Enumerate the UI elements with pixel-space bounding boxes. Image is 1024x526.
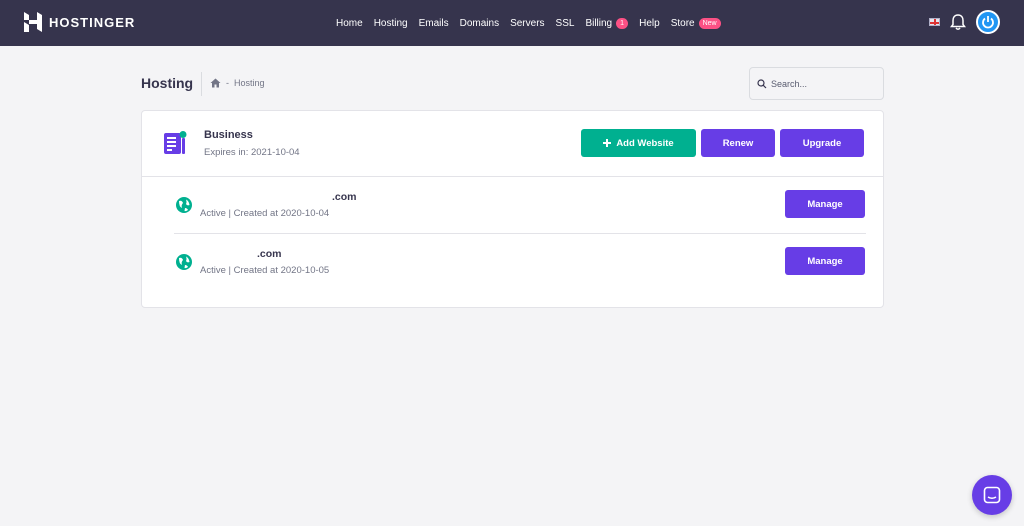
plus-icon (603, 139, 612, 147)
nav-servers-label: Servers (510, 17, 545, 29)
main-nav: Home Hosting Emails Domains Servers SSL … (336, 0, 721, 46)
brand-name: HOSTINGER (49, 14, 136, 30)
nav-billing-label: Billing (585, 17, 613, 29)
nav-domains[interactable]: Domains (460, 18, 499, 29)
home-icon[interactable] (210, 78, 221, 88)
add-website-button[interactable]: Add Website (581, 129, 696, 157)
breadcrumb-separator: - (226, 78, 229, 88)
power-icon (982, 16, 994, 29)
nav-ssl-label: SSL (555, 17, 575, 29)
topbar-actions (929, 10, 1000, 34)
nav-emails-label: Emails (418, 17, 449, 29)
nav-servers[interactable]: Servers (510, 18, 544, 29)
top-navbar: HOSTINGER Home Hosting Emails Domains Se… (0, 0, 1024, 46)
breadcrumb-current: Hosting (234, 78, 265, 88)
plan-header: Business Expires in: 2021-10-04 Add Webs… (142, 111, 883, 177)
nav-help[interactable]: Help (639, 18, 660, 29)
add-website-label: Add Website (616, 137, 674, 149)
website-row: .com Active | Created at 2020-10-04 Mana… (174, 178, 866, 234)
search-icon (757, 78, 767, 88)
language-flag-icon[interactable] (929, 18, 940, 26)
chat-icon (983, 486, 1001, 504)
website-row: .com Active | Created at 2020-10-05 Mana… (174, 235, 866, 291)
globe-icon (176, 254, 192, 270)
site-status: Active | Created at 2020-10-04 (200, 208, 330, 219)
nav-ssl[interactable]: SSL (556, 18, 575, 29)
nav-billing[interactable]: Billing 1 (585, 17, 629, 29)
site-domain[interactable]: .com (257, 248, 282, 260)
bell-icon[interactable] (950, 13, 966, 31)
nav-home[interactable]: Home (336, 18, 363, 29)
billing-badge: 1 (616, 17, 629, 29)
hosting-plan-card: Business Expires in: 2021-10-04 Add Webs… (141, 110, 884, 308)
hostinger-logo[interactable]: HOSTINGER (24, 12, 135, 32)
hostinger-logo-icon (24, 12, 42, 32)
nav-hosting[interactable]: Hosting (374, 18, 408, 29)
manage-button[interactable]: Manage (785, 190, 865, 218)
nav-store-label: Store (670, 17, 695, 29)
page-title: Hosting (141, 75, 194, 91)
title-divider (201, 72, 202, 96)
user-avatar[interactable] (976, 10, 1000, 34)
search-box[interactable] (749, 67, 884, 100)
breadcrumb: - Hosting (210, 78, 265, 88)
nav-hosting-label: Hosting (373, 17, 408, 29)
globe-icon (176, 197, 192, 213)
nav-emails[interactable]: Emails (419, 18, 449, 29)
plan-expiry: Expires in: 2021-10-04 (204, 147, 300, 158)
site-domain[interactable]: .com (332, 191, 357, 203)
nav-help-label: Help (639, 17, 660, 29)
plan-name: Business (204, 129, 253, 141)
nav-store[interactable]: Store New (670, 17, 721, 29)
store-new-badge: New (698, 17, 721, 29)
renew-button[interactable]: Renew (701, 129, 775, 157)
site-status: Active | Created at 2020-10-05 (200, 265, 330, 276)
nav-home-label: Home (336, 17, 363, 29)
chat-button[interactable] (972, 475, 1012, 515)
search-input[interactable] (771, 78, 871, 89)
manage-button[interactable]: Manage (785, 247, 865, 275)
nav-domains-label: Domains (459, 17, 500, 29)
upgrade-button[interactable]: Upgrade (780, 129, 864, 157)
server-plan-icon (164, 131, 187, 154)
